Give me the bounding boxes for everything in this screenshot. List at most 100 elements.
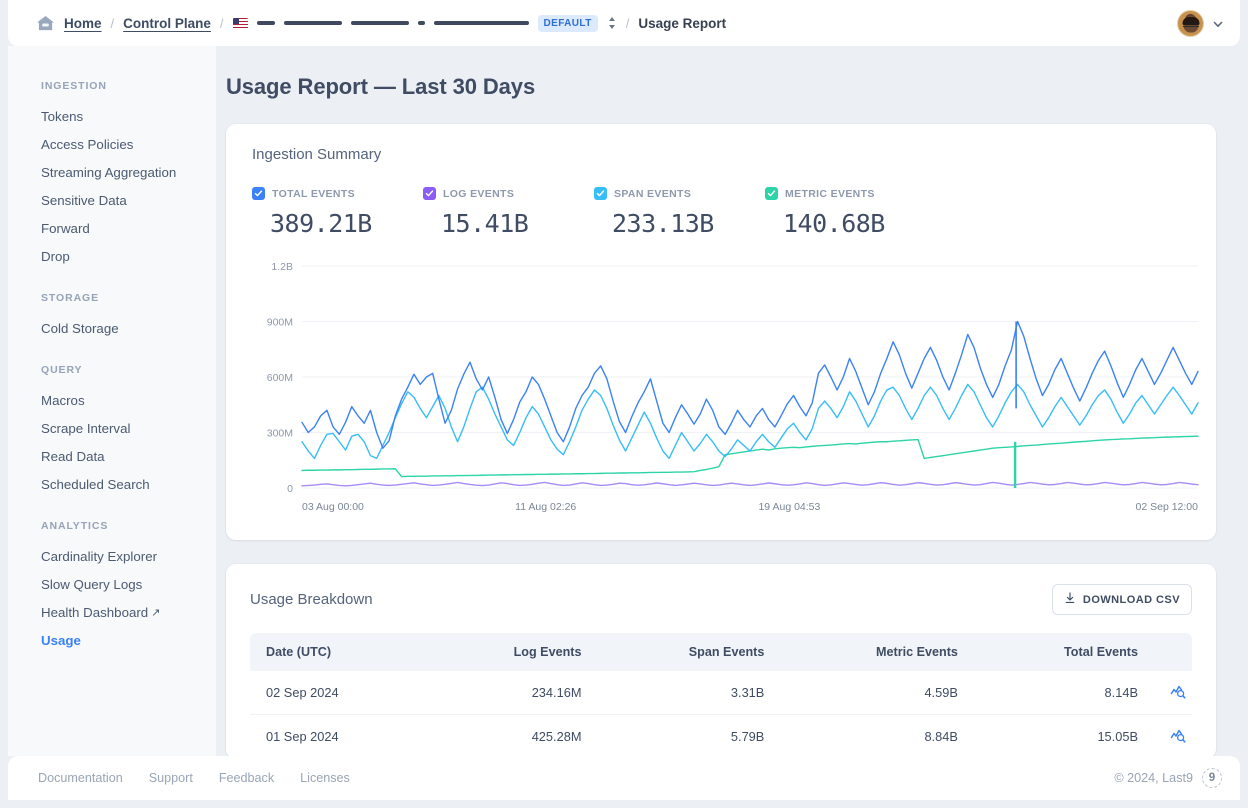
metric-value: 389.21B <box>252 209 423 238</box>
region-flag-icon <box>233 18 248 29</box>
table-header-row: Date (UTC)Log EventsSpan EventsMetric Ev… <box>250 633 1192 671</box>
usage-breakdown-title: Usage Breakdown <box>250 591 373 608</box>
metric-value: 140.68B <box>765 209 936 238</box>
sidebar-item-cold-storage[interactable]: Cold Storage <box>8 314 216 342</box>
cell-actions <box>1154 671 1192 715</box>
redacted-org-segment-3 <box>351 21 409 25</box>
sidebar-item-read-data[interactable]: Read Data <box>8 442 216 470</box>
download-csv-button[interactable]: DOWNLOAD CSV <box>1052 584 1192 615</box>
explore-chart-icon[interactable] <box>1170 683 1186 699</box>
sidebar-item-forward[interactable]: Forward <box>8 214 216 242</box>
sidebar-item-access-policies[interactable]: Access Policies <box>8 130 216 158</box>
x-axis-tick-label: 19 Aug 04:53 <box>758 501 820 513</box>
sidebar-item-cardinality-explorer[interactable]: Cardinality Explorer <box>8 542 216 570</box>
metric-span-events: SPAN EVENTS 233.13B <box>594 187 765 238</box>
sidebar-item-sensitive-data[interactable]: Sensitive Data <box>8 186 216 214</box>
x-axis-tick-label: 03 Aug 00:00 <box>302 501 364 513</box>
metric-label: METRIC EVENTS <box>785 188 875 200</box>
cell-span: 3.31B <box>598 671 781 715</box>
download-icon <box>1064 592 1076 607</box>
ingestion-timeseries-chart: 0300M600M900M1.2B03 Aug 00:0011 Aug 02:2… <box>252 254 1190 522</box>
metric-label: TOTAL EVENTS <box>272 188 355 200</box>
app-root: Home / Control Plane / DEFAULT / <box>0 0 1248 808</box>
metric-log-events: LOG EVENTS15.41B <box>423 187 594 238</box>
cell-actions <box>1154 715 1192 757</box>
sidebar-item-slow-query-logs[interactable]: Slow Query Logs <box>8 570 216 598</box>
sidebar-group-analytics: ANALYTICS <box>8 520 216 532</box>
usage-breakdown-card: Usage Breakdown DOWNLOAD CSV Date (UTC)L… <box>226 564 1216 756</box>
user-menu[interactable] <box>1177 10 1224 37</box>
cell-metric: 4.59B <box>780 671 974 715</box>
breadcrumb-home[interactable]: Home <box>64 16 102 31</box>
explore-chart-icon[interactable] <box>1170 727 1186 743</box>
sidebar-item-label: Tokens <box>41 109 83 124</box>
footer-link-support[interactable]: Support <box>149 771 193 785</box>
breadcrumb-control-plane[interactable]: Control Plane <box>123 16 211 31</box>
cluster-selector-chevrons-icon[interactable] <box>607 14 617 32</box>
checkbox-log-events[interactable] <box>423 187 436 200</box>
last9-logo-icon: 9 <box>1202 768 1222 788</box>
metric-label: SPAN EVENTS <box>614 188 691 200</box>
sidebar-group-storage: STORAGE <box>8 292 216 304</box>
download-csv-label: DOWNLOAD CSV <box>1083 594 1180 606</box>
series-line-log-events <box>302 482 1198 485</box>
series-line-total-events <box>302 322 1198 449</box>
footer-link-feedback[interactable]: Feedback <box>219 771 274 785</box>
column-header: Metric Events <box>780 633 974 671</box>
column-header: Date (UTC) <box>250 633 428 671</box>
sidebar-item-label: Scheduled Search <box>41 477 150 492</box>
sidebar-item-label: Scrape Interval <box>41 421 130 436</box>
checkbox-metric-events[interactable] <box>765 187 778 200</box>
metric-toggle-group: TOTAL EVENTS389.21BLOG EVENTS15.41BSPAN … <box>252 187 1190 238</box>
ingestion-summary-card: Ingestion Summary TOTAL EVENTS389.21BLOG… <box>226 124 1216 540</box>
chart-canvas: 0300M600M900M1.2B03 Aug 00:0011 Aug 02:2… <box>252 254 1212 522</box>
metric-total-events: TOTAL EVENTS 389.21B <box>252 187 423 238</box>
sidebar-group-ingestion: INGESTION <box>8 80 216 92</box>
copyright-text: © 2024, Last9 <box>1114 771 1193 785</box>
cell-total: 15.05B <box>974 715 1154 757</box>
y-axis-tick-label: 900M <box>267 317 293 329</box>
breadcrumb-separator-3: / <box>626 16 630 31</box>
sidebar-item-label: Access Policies <box>41 137 133 152</box>
table-row[interactable]: 01 Sep 2024425.28M5.79B8.84B15.05B <box>250 715 1192 757</box>
sidebar-item-drop[interactable]: Drop <box>8 242 216 270</box>
sidebar-item-health-dashboard[interactable]: Health Dashboard↗ <box>8 598 216 626</box>
sidebar-item-macros[interactable]: Macros <box>8 386 216 414</box>
sidebar-item-usage[interactable]: Usage <box>8 626 216 654</box>
avatar[interactable] <box>1177 10 1204 37</box>
x-axis-tick-label: 11 Aug 02:26 <box>515 501 576 513</box>
table-body: 02 Sep 2024234.16M3.31B4.59B8.14B01 Sep … <box>250 671 1192 756</box>
footer-link-licenses[interactable]: Licenses <box>300 771 350 785</box>
redacted-org-segment-2 <box>284 21 342 25</box>
y-axis-tick-label: 600M <box>267 372 293 384</box>
sidebar-item-label: Usage <box>41 633 81 648</box>
sidebar-item-tokens[interactable]: Tokens <box>8 102 216 130</box>
sidebar-item-label: Read Data <box>41 449 105 464</box>
cell-total: 8.14B <box>974 671 1154 715</box>
footer-link-documentation[interactable]: Documentation <box>38 771 123 785</box>
footer-link-group: Documentation Support Feedback Licenses <box>38 771 1114 785</box>
external-link-icon: ↗ <box>151 606 160 619</box>
sidebar-item-scrape-interval[interactable]: Scrape Interval <box>8 414 216 442</box>
sidebar-item-streaming-aggregation[interactable]: Streaming Aggregation <box>8 158 216 186</box>
breadcrumb-separator-2: / <box>220 16 224 31</box>
home-icon[interactable] <box>36 15 55 32</box>
chevron-down-icon[interactable] <box>1212 17 1224 29</box>
metric-value: 233.13B <box>594 209 765 238</box>
checkbox-span-events[interactable] <box>594 187 607 200</box>
checkbox-total-events[interactable] <box>252 187 265 200</box>
sidebar-item-scheduled-search[interactable]: Scheduled Search <box>8 470 216 498</box>
sidebar-item-label: Macros <box>41 393 85 408</box>
redacted-org-segment-1 <box>257 21 275 25</box>
page-title: Usage Report — Last 30 Days <box>226 74 1216 100</box>
table-row[interactable]: 02 Sep 2024234.16M3.31B4.59B8.14B <box>250 671 1192 715</box>
sidebar-item-label: Drop <box>41 249 70 264</box>
copyright: © 2024, Last9 9 <box>1114 768 1222 788</box>
y-axis-tick-label: 1.2B <box>271 261 293 273</box>
metric-metric-events: METRIC EVENTS 140.68B <box>765 187 936 238</box>
sidebar-item-label: Cold Storage <box>41 321 119 336</box>
sidebar-item-label: Sensitive Data <box>41 193 127 208</box>
series-line-metric-events <box>302 436 1198 476</box>
main-content: Usage Report — Last 30 Days Ingestion Su… <box>216 46 1240 756</box>
default-cluster-badge: DEFAULT <box>538 15 598 32</box>
